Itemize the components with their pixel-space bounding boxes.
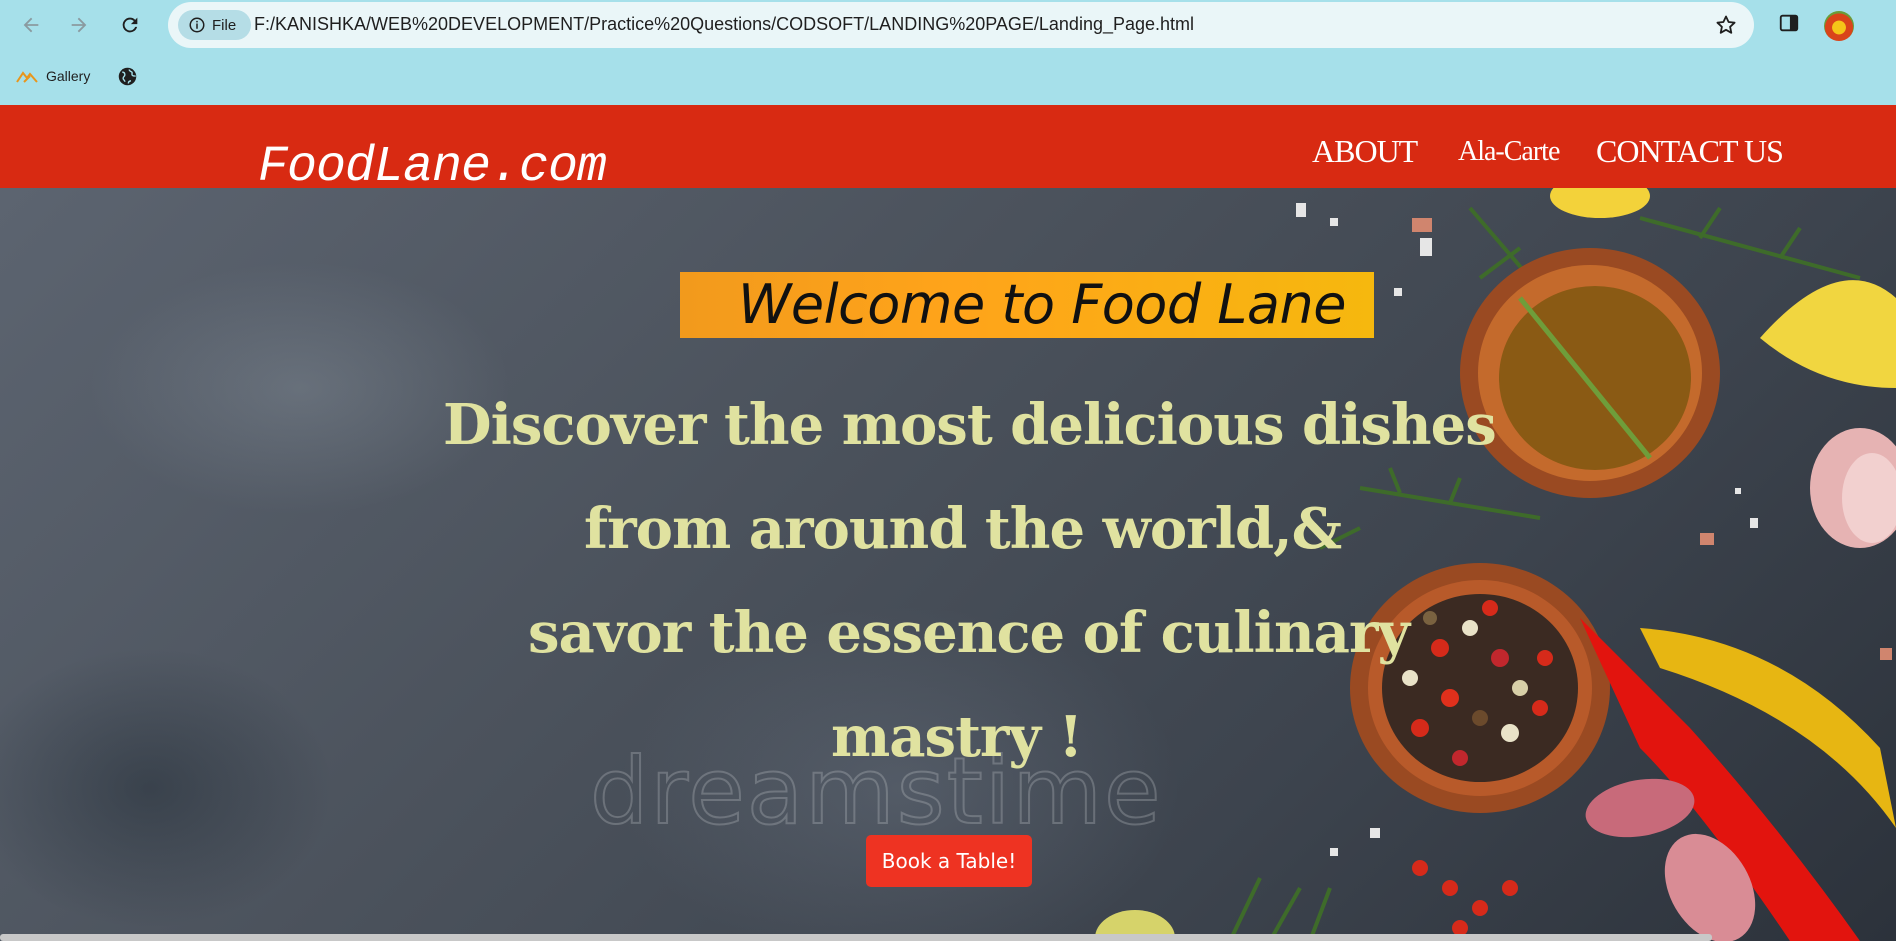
bookmark-gallery[interactable]: Gallery <box>16 62 90 90</box>
tagline-line-1: Discover the most delicious dishes <box>443 392 1497 458</box>
bookmark-globe[interactable] <box>117 62 138 90</box>
site-header: FoodLane.com ABOUT Ala-Carte CONTACT US <box>0 105 1896 196</box>
reload-button[interactable] <box>113 8 147 42</box>
address-bar[interactable]: File F:/KANISHKA/WEB%20DEVELOPMENT/Pract… <box>168 2 1754 48</box>
bookmark-star-button[interactable] <box>1714 13 1738 42</box>
side-panel-icon <box>1779 14 1799 32</box>
arrow-left-icon <box>23 17 39 33</box>
forward-button[interactable] <box>62 8 96 42</box>
book-table-button[interactable]: Book a Table! <box>866 835 1032 887</box>
horizontal-scrollbar[interactable] <box>0 934 1712 941</box>
bookmark-label: Gallery <box>46 68 91 84</box>
gallery-icon <box>16 71 38 83</box>
url-text[interactable]: F:/KANISHKA/WEB%20DEVELOPMENT/Practice%2… <box>254 14 1194 35</box>
arrow-right-icon <box>71 17 87 33</box>
welcome-heading: Welcome to Food Lane <box>738 273 1346 336</box>
nav-ala-carte[interactable]: Ala-Carte <box>1458 136 1560 168</box>
reload-icon <box>122 17 138 33</box>
nav-about[interactable]: ABOUT <box>1312 133 1418 170</box>
nav-contact-us[interactable]: CONTACT US <box>1596 133 1784 170</box>
site-info-chip[interactable]: File <box>178 10 251 40</box>
profile-avatar[interactable] <box>1824 11 1854 41</box>
info-icon <box>189 17 205 33</box>
bookmarks-bar: Gallery <box>0 60 1896 92</box>
tagline-line-2: from around the world,& <box>584 496 1342 562</box>
back-button[interactable] <box>14 8 48 42</box>
browser-chrome: File F:/KANISHKA/WEB%20DEVELOPMENT/Pract… <box>0 0 1896 105</box>
tagline-line-4: mastry ! <box>831 704 1083 770</box>
star-icon <box>1716 15 1736 34</box>
globe-icon <box>118 67 137 85</box>
tagline-line-3: savor the essence of culinary <box>528 600 1410 666</box>
side-panel-button[interactable] <box>1778 12 1800 39</box>
site-chip-label: File <box>212 16 237 34</box>
